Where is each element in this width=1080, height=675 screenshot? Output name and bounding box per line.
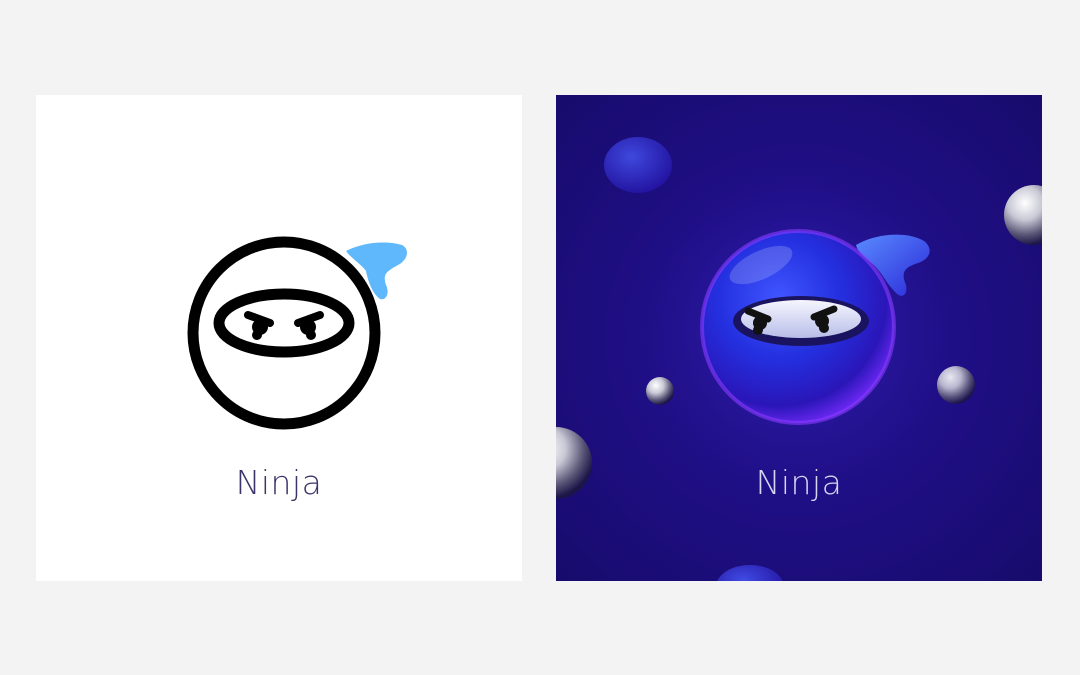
blue-sphere-bottom — [717, 565, 783, 581]
ninja-3d-icon — [556, 137, 1042, 581]
small-blue-sphere — [604, 137, 672, 193]
ninja-icon — [187, 236, 407, 430]
chrome-sphere-right — [1004, 185, 1042, 245]
flat-ninja-card: Ninja — [36, 95, 522, 581]
ninja-label: Ninja — [235, 463, 323, 502]
chrome-sphere-mid — [937, 366, 975, 404]
3d-ninja-card: Ninja — [556, 95, 1042, 581]
eye-band — [213, 288, 355, 358]
ninja-label: Ninja — [755, 463, 843, 502]
chrome-sphere-left — [646, 377, 674, 405]
